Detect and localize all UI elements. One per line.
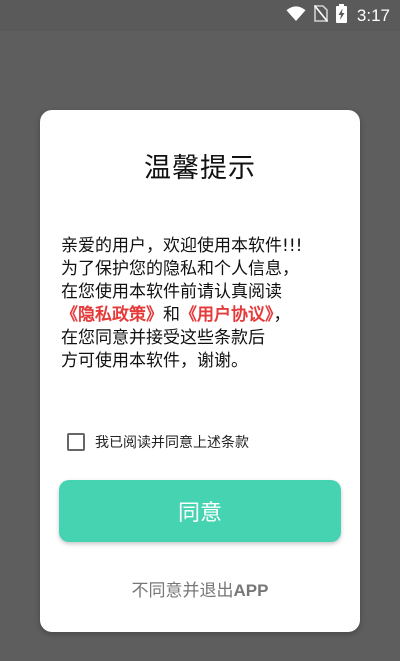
agree-terms-label[interactable]: 我已阅读并同意上述条款 [95, 432, 249, 452]
message-line-3: 在您使用本软件前请认真阅读 [61, 282, 282, 302]
dialog-title: 温馨提示 [144, 153, 256, 184]
message-line-5: 在您同意并接受这些条款后 [61, 328, 265, 348]
dialog-message: 亲爱的用户，欢迎使用本软件!!! 为了保护您的隐私和个人信息， 在您使用本软件前… [61, 235, 351, 373]
agree-terms-row[interactable]: 我已阅读并同意上述条款 [67, 429, 249, 455]
user-agreement-link[interactable]: 《用户协议》 [180, 305, 274, 325]
wifi-icon [286, 5, 306, 26]
disagree-exit-app: APP [233, 581, 269, 600]
privacy-policy-link[interactable]: 《隐私政策》 [61, 305, 163, 325]
agree-button[interactable]: 同意 [59, 480, 341, 542]
message-line-4-tail: ， [273, 305, 291, 325]
message-line-1: 亲爱的用户，欢迎使用本软件!!! [61, 236, 303, 256]
message-line-2: 为了保护您的隐私和个人信息， [61, 259, 299, 279]
status-bar: 3:17 [0, 0, 400, 31]
disagree-exit-label: 不同意并退出 [131, 581, 234, 601]
disagree-exit-link[interactable]: 不同意并退出APP [40, 576, 360, 601]
status-time: 3:17 [356, 5, 390, 25]
no-sim-icon [313, 4, 329, 26]
message-and: 和 [163, 305, 180, 325]
agree-terms-checkbox[interactable] [67, 433, 85, 451]
message-line-4: 《隐私政策》和《用户协议》， [61, 304, 351, 327]
status-icons: 3:17 [286, 0, 390, 31]
privacy-dialog: 温馨提示 亲爱的用户，欢迎使用本软件!!! 为了保护您的隐私和个人信息， 在您使… [40, 110, 360, 632]
battery-charging-icon [335, 4, 347, 27]
message-line-6: 方可使用本软件，谢谢。 [61, 351, 248, 371]
